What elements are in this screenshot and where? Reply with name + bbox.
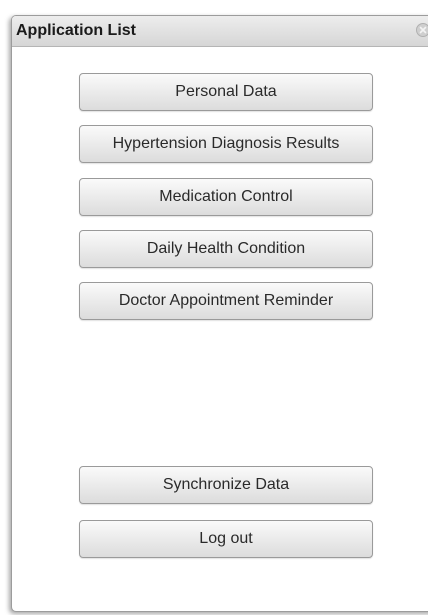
daily-health-condition-button[interactable]: Daily Health Condition <box>79 230 373 268</box>
button-label: Personal Data <box>175 83 277 100</box>
doctor-appointment-reminder-button[interactable]: Doctor Appointment Reminder <box>79 282 373 320</box>
button-label: Hypertension Diagnosis Results <box>112 135 340 152</box>
close-icon[interactable] <box>416 23 428 37</box>
button-label: Doctor Appointment Reminder <box>118 292 334 309</box>
button-label: Daily Health Condition <box>146 240 306 257</box>
title-bar[interactable]: Application List <box>12 16 428 47</box>
application-list-window: Application List Personal Data Hypertens… <box>11 15 428 612</box>
medication-control-button[interactable]: Medication Control <box>79 178 373 216</box>
hypertension-diagnosis-results-button[interactable]: Hypertension Diagnosis Results <box>79 125 373 163</box>
button-label: Medication Control <box>159 188 293 205</box>
log-out-button[interactable]: Log out <box>79 520 373 558</box>
button-label: Synchronize Data <box>162 476 290 493</box>
personal-data-button[interactable]: Personal Data <box>79 73 373 111</box>
window-title: Application List <box>16 22 136 39</box>
synchronize-data-button[interactable]: Synchronize Data <box>79 466 373 504</box>
button-label: Log out <box>199 530 253 547</box>
